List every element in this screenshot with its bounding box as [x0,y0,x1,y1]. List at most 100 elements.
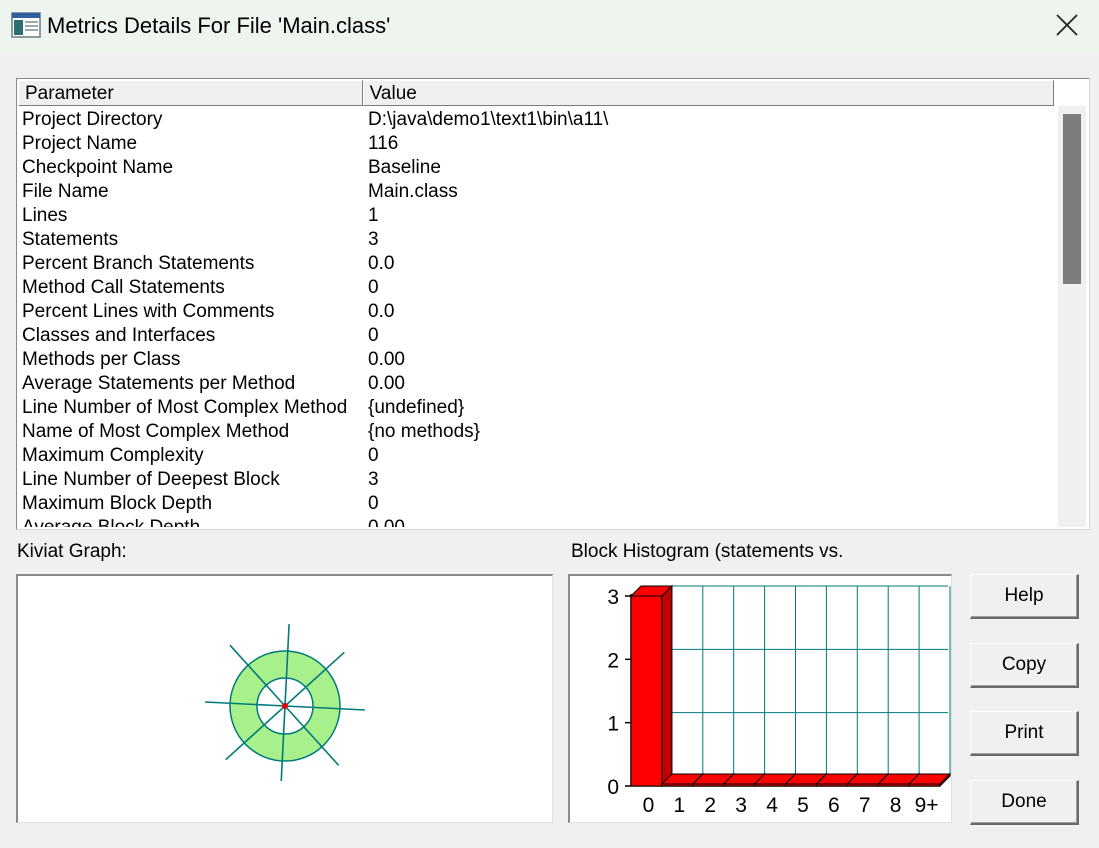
kiviat-center [282,703,288,709]
y-tick-label: 0 [607,776,619,799]
parameter-cell: Method Call Statements [22,277,225,298]
value-cell: 1 [368,205,379,226]
histogram-bar [629,584,674,788]
table-row[interactable]: Percent Branch Statements 0.0 [22,252,1052,276]
table-row[interactable]: File Name Main.class [22,180,1052,204]
value-cell: 0.00 [368,373,405,394]
x-tick-label: 9+ [915,794,939,817]
scrollbar-thumb[interactable] [1063,114,1081,284]
x-tick-label: 7 [859,794,871,817]
value-cell: 0 [368,445,379,466]
table-row[interactable]: Percent Lines with Comments 0.0 [22,300,1052,324]
app-icon [11,12,41,38]
y-tick-label: 2 [607,649,619,672]
x-tick-label: 0 [643,794,655,817]
value-cell: 0 [368,493,379,514]
parameter-cell: Project Name [22,133,138,154]
close-icon [1056,14,1078,36]
column-header-parameter[interactable]: Parameter [18,80,363,106]
value-cell: {undefined} [368,397,465,418]
table-row[interactable]: Project Directory D:\java\demo1\text1\bin… [22,108,1052,132]
table-row[interactable]: Statements 3 [22,228,1052,252]
title-bar: Metrics Details For File 'Main.class' [0,0,1099,54]
parameter-cell: Percent Lines with Comments [22,301,275,322]
histogram-canvas: 01230 1 2 3 4 5 6 7 8 9+ [607,584,952,817]
bar-front [692,783,725,787]
value-cell: 3 [368,229,379,250]
table-row[interactable]: Maximum Block Depth 0 [22,492,1052,516]
value-cell: D:\java\demo1\text1\bin\a11\ [368,109,609,130]
bar-front [754,783,787,787]
table-row[interactable]: Line Number of Most Complex Method {undef… [22,396,1052,420]
table-row[interactable]: Project Name 116 [22,132,1052,156]
value-cell: 3 [368,469,379,490]
table-row[interactable]: Lines 1 [22,204,1052,228]
x-tick-label: 4 [766,794,778,817]
value-cell: 0.0 [368,253,395,274]
help-button[interactable]: Help [970,574,1079,619]
close-button[interactable] [1042,0,1092,50]
vertical-scrollbar[interactable] [1058,106,1086,527]
parameter-cell: Average Statements per Method [22,373,296,394]
parameter-cell: Line Number of Deepest Block [22,469,280,490]
x-tick-label: 8 [890,794,902,817]
kiviat-canvas [205,624,365,781]
bar-front [723,783,756,787]
value-cell: 0.0 [368,301,395,322]
table-row[interactable]: Checkpoint Name Baseline [22,156,1052,180]
table-row[interactable]: Average Block Depth0.00 [22,516,1052,527]
parameter-cell: File Name [22,181,109,202]
parameter-cell: Percent Branch Statements [22,253,255,274]
table-row[interactable]: Methods per Class 0.00 [22,348,1052,372]
table-row[interactable]: Classes and Interfaces 0 [22,324,1052,348]
y-tick-label: 1 [607,713,619,736]
x-tick-label: 2 [704,794,716,817]
histogram-label: Block Histogram (statements vs. [571,541,844,562]
copy-button[interactable]: Copy [970,643,1079,688]
bar-front [877,783,910,787]
column-header-value[interactable]: Value [362,80,1054,106]
bar-front [815,783,848,787]
value-cell: Baseline [368,157,441,178]
parameter-cell: Methods per Class [22,349,181,370]
parameter-cell: Statements [22,229,119,250]
kiviat-graph [16,574,553,823]
bar-front [908,783,941,787]
parameter-cell: Line Number of Most Complex Method [22,397,348,418]
bar-front [630,595,663,787]
bar-front [661,783,694,787]
bar-front [785,783,817,787]
parameter-cell: Name of Most Complex Method [22,421,290,442]
parameter-cell: Average Block Depth [22,516,368,527]
bar-front [846,783,879,787]
x-tick-label: 3 [735,794,747,817]
parameter-cell: Checkpoint Name [22,157,174,178]
block-histogram: 0 1 2 3 0 1 2 3 4 5 6 7 8 9+ [568,574,952,823]
value-cell: 0.00 [368,516,1048,527]
parameter-cell: Maximum Complexity [22,445,204,466]
bar-side [661,584,673,788]
x-tick-label: 5 [797,794,809,817]
metrics-rows: Project Directory D:\java\demo1\text1\bin… [22,108,1052,527]
parameter-cell: Maximum Block Depth [22,493,213,514]
metrics-list[interactable]: Parameter Value Project Directory D:\java… [16,78,1090,530]
x-tick-label: 1 [674,794,686,817]
table-row[interactable]: Maximum Complexity 0 [22,444,1052,468]
value-cell: Main.class [368,181,458,202]
value-cell: {no methods} [368,421,480,442]
table-row[interactable]: Average Statements per Method 0.00 [22,372,1052,396]
value-cell: 0 [368,277,379,298]
value-cell: 0.00 [368,349,405,370]
parameter-cell: Lines [22,205,68,226]
done-button[interactable]: Done [970,780,1079,825]
table-row[interactable]: Line Number of Deepest Block 3 [22,468,1052,492]
print-button[interactable]: Print [970,711,1079,756]
list-header: Parameter Value [18,80,1054,106]
kiviat-label: Kiviat Graph: [17,541,127,562]
y-tick-label: 3 [607,586,619,609]
value-cell: 0 [368,325,379,346]
x-tick-label: 6 [828,794,840,817]
table-row[interactable]: Method Call Statements 0 [22,276,1052,300]
window-title: Metrics Details For File 'Main.class' [47,13,391,38]
table-row[interactable]: Name of Most Complex Method {no methods} [22,420,1052,444]
